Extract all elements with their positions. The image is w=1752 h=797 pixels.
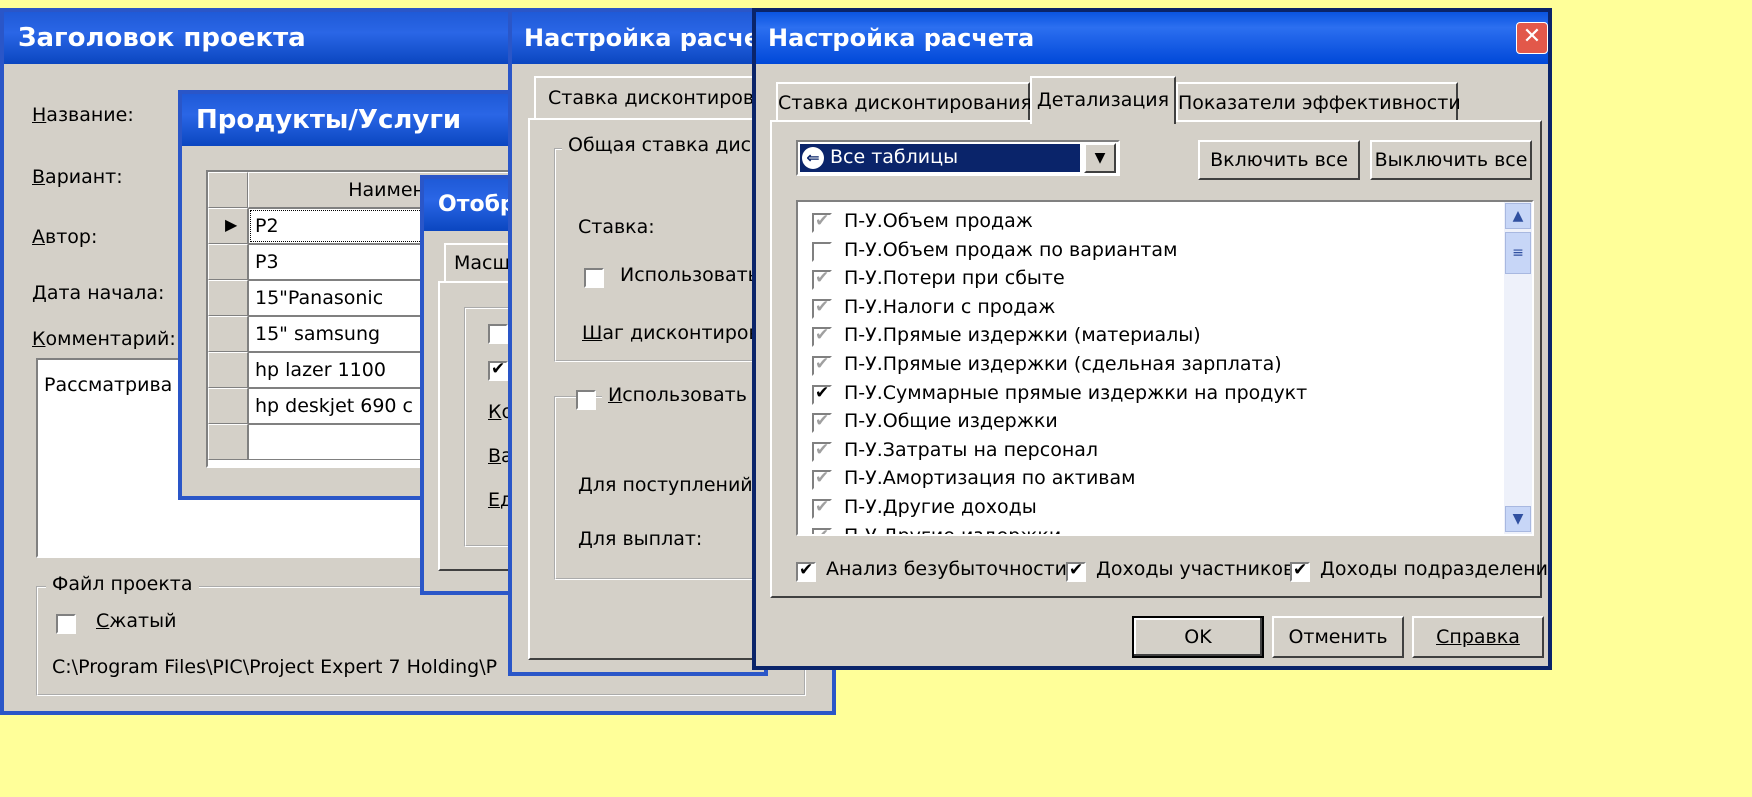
close-button[interactable]: ✕ bbox=[1516, 22, 1548, 54]
calc-titlebar[interactable]: Настройка расчета bbox=[756, 12, 1548, 64]
list-scrollbar[interactable]: ▲ ≡ ▼ bbox=[1504, 202, 1532, 534]
window-title: Отобр bbox=[438, 192, 516, 217]
dropdown-selected: ⇐ Все таблицы bbox=[800, 144, 1080, 172]
list-item-label: П-У.Амортизация по активам bbox=[844, 467, 1136, 490]
author-label: Автор: bbox=[32, 226, 98, 248]
display-checkbox-2[interactable] bbox=[488, 359, 508, 381]
name-label: Название: bbox=[32, 104, 134, 126]
grip-icon: ≡ bbox=[1512, 245, 1524, 261]
scroll-down-button[interactable]: ▼ bbox=[1505, 506, 1531, 532]
list-item-checkbox[interactable] bbox=[812, 411, 832, 434]
rate-label: Ставка: bbox=[578, 216, 655, 238]
window-title: Продукты/Услуги bbox=[196, 105, 462, 135]
row-header[interactable] bbox=[208, 316, 248, 352]
project-file-legend: Файл проекта bbox=[46, 573, 199, 595]
list-item-checkbox[interactable] bbox=[812, 468, 832, 491]
list-item-label: П-У.Налоги с продаж bbox=[844, 295, 1056, 318]
use-rate-checkbox[interactable] bbox=[584, 268, 604, 288]
calc-back-titlebar[interactable]: Настройка расчета bbox=[512, 12, 764, 64]
grid-corner bbox=[208, 172, 248, 208]
payment-label: Для выплат: bbox=[578, 528, 703, 550]
dropdown-arrow-button[interactable]: ▼ bbox=[1084, 143, 1116, 173]
list-item-label: П-У.Прямые издержки (материалы) bbox=[844, 324, 1201, 347]
list-item-checkbox[interactable] bbox=[812, 297, 832, 319]
cancel-button[interactable]: Отменить bbox=[1272, 616, 1404, 658]
general-rate-legend: Общая ставка диско bbox=[562, 134, 764, 156]
use-group-label: Использовать с bbox=[602, 384, 764, 406]
tab-discount-rate[interactable]: Ставка дисконтирования bbox=[776, 82, 1032, 122]
ok-button[interactable]: OK bbox=[1132, 616, 1264, 658]
compressed-checkbox[interactable] bbox=[56, 614, 76, 634]
list-item-label: П-У.Общие издержки bbox=[844, 410, 1058, 433]
list-item-label: П-У.Суммарные прямые издержки на продукт bbox=[844, 381, 1308, 404]
help-button[interactable]: Справка bbox=[1412, 616, 1544, 658]
list-item-checkbox[interactable] bbox=[812, 211, 832, 233]
list-item-checkbox[interactable] bbox=[812, 354, 832, 376]
list-item-checkbox[interactable] bbox=[812, 383, 832, 405]
chevron-down-icon: ▼ bbox=[1094, 150, 1106, 166]
calc-settings-window: Настройка расчета ✕ Ставка дисконтирован… bbox=[752, 8, 1552, 670]
list-item-checkbox[interactable] bbox=[812, 325, 832, 348]
row-header[interactable] bbox=[208, 280, 248, 316]
chevron-up-icon: ▲ bbox=[1512, 208, 1524, 224]
use-rate-label: Использовать р bbox=[620, 264, 768, 286]
list-item-label: П-У.Затраты на персонал bbox=[844, 438, 1099, 461]
tab-detailing[interactable]: Детализация bbox=[1030, 76, 1176, 124]
list-item-label: П-У.Объем продаж по вариантам bbox=[844, 238, 1178, 261]
window-title: Настройка расчета bbox=[524, 24, 764, 52]
row-header[interactable] bbox=[208, 424, 248, 460]
close-icon: ✕ bbox=[1522, 24, 1542, 49]
row-header[interactable] bbox=[208, 388, 248, 424]
tables-dropdown[interactable]: ⇐ Все таблицы ▼ bbox=[796, 140, 1120, 176]
row-header[interactable]: ▶ bbox=[208, 208, 248, 244]
list-item-label: П-У.Другие доходы bbox=[844, 496, 1037, 518]
comment-value: Рассматрива bbox=[44, 374, 173, 396]
scroll-up-button[interactable]: ▲ bbox=[1505, 203, 1531, 229]
list-item-checkbox[interactable] bbox=[812, 440, 832, 462]
row-header[interactable] bbox=[208, 352, 248, 388]
tables-icon: ⇐ bbox=[802, 147, 824, 169]
row-header[interactable] bbox=[208, 244, 248, 280]
compressed-label: Сжатый bbox=[96, 610, 177, 632]
income-label: Для поступлений: bbox=[578, 474, 760, 496]
window-title: Заголовок проекта bbox=[18, 23, 306, 53]
project-path: C:\Program Files\PIC\Project Expert 7 Ho… bbox=[52, 656, 498, 678]
divisions-checkbox[interactable] bbox=[1290, 560, 1310, 582]
list-item-label: П-У.Другие издержки bbox=[844, 524, 1062, 536]
participants-checkbox[interactable] bbox=[1066, 560, 1086, 582]
list-item-checkbox[interactable] bbox=[812, 497, 832, 519]
current-row-arrow-icon: ▶ bbox=[225, 215, 238, 234]
divisions-label: Доходы подразделений bbox=[1320, 558, 1552, 580]
dropdown-value: Все таблицы bbox=[830, 146, 959, 168]
display-checkbox-1[interactable] bbox=[488, 324, 508, 344]
scroll-thumb[interactable]: ≡ bbox=[1505, 232, 1531, 274]
participants-label: Доходы участников bbox=[1096, 558, 1295, 580]
variant-label: Вариант: bbox=[32, 166, 123, 188]
comment-label: Комментарий: bbox=[32, 328, 176, 350]
window-title: Настройка расчета bbox=[768, 24, 1035, 52]
list-item-checkbox[interactable] bbox=[812, 526, 832, 534]
tables-list: П-У.Объем продаж П-У.Объем продаж по вари… bbox=[796, 200, 1534, 536]
calc-settings-back-window: Настройка расчета Ставка дисконтирован О… bbox=[508, 8, 768, 676]
list-item-label: П-У.Прямые издержки (сдельная зарплата) bbox=[844, 353, 1282, 375]
list-item-checkbox[interactable] bbox=[812, 268, 832, 291]
list-item-label: П-У.Потери при сбыте bbox=[844, 267, 1065, 290]
step-label: Шаг дисконтирова bbox=[582, 322, 768, 344]
list-item-label: П-У.Объем продаж bbox=[844, 210, 1033, 232]
disable-all-button[interactable]: Выключить все bbox=[1370, 140, 1532, 180]
tab-discount-rate[interactable]: Ставка дисконтирован bbox=[534, 76, 764, 120]
chevron-down-icon: ▼ bbox=[1512, 511, 1524, 527]
breakeven-label: Анализ безубыточности bbox=[826, 558, 1067, 580]
tab-efficiency[interactable]: Показатели эффективности bbox=[1176, 82, 1461, 122]
use-group-checkbox[interactable] bbox=[576, 390, 596, 410]
list-item-checkbox[interactable] bbox=[812, 241, 832, 262]
products-titlebar[interactable]: Продукты/Услуги bbox=[182, 94, 514, 146]
start-date-label: Дата начала: bbox=[32, 282, 165, 304]
enable-all-button[interactable]: Включить все bbox=[1198, 140, 1360, 180]
breakeven-checkbox[interactable] bbox=[796, 560, 816, 582]
